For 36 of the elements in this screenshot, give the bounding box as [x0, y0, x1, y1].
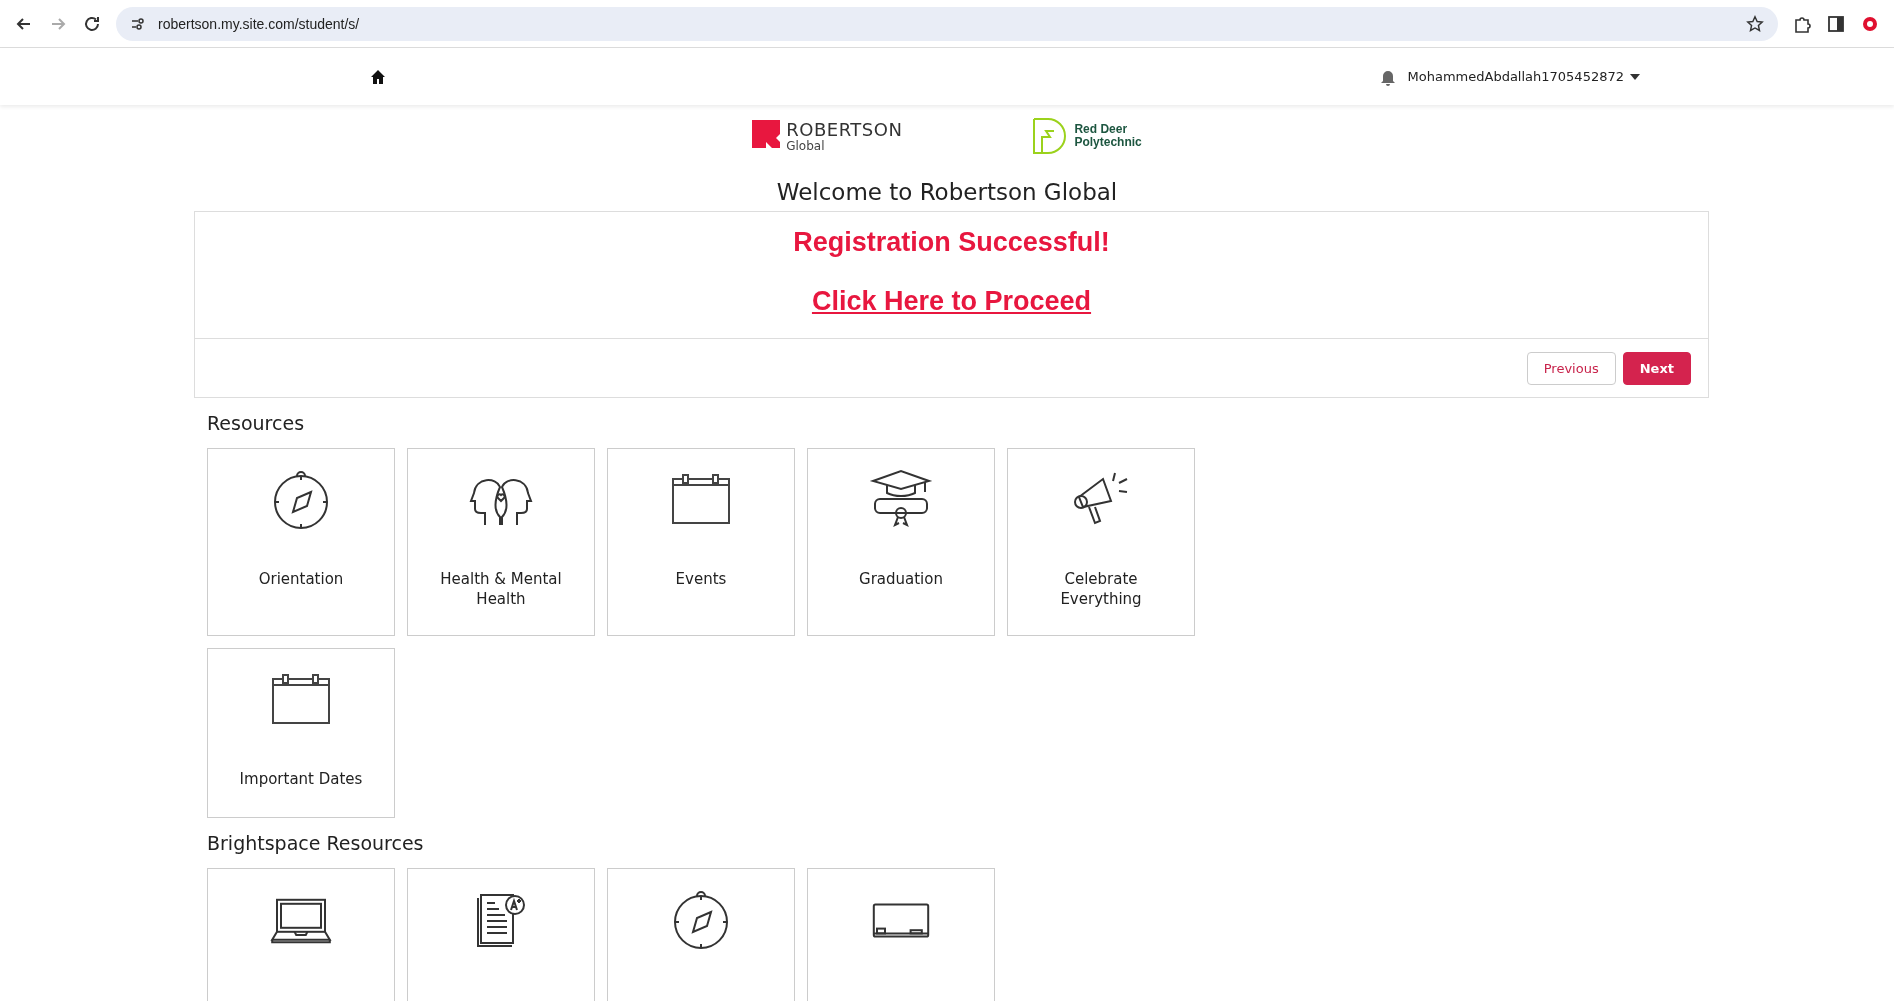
- resource-tile[interactable]: Important Dates: [207, 648, 395, 818]
- section-heading: Resources: [207, 412, 306, 434]
- partner-name-second-line: Polytechnic: [1074, 136, 1142, 149]
- resource-tile[interactable]: [607, 868, 795, 1001]
- site-settings-icon[interactable]: [130, 15, 146, 32]
- resource-tile[interactable]: Orientation: [207, 448, 395, 636]
- logo-text: ROBERTSON: [786, 119, 903, 139]
- resource-tile[interactable]: Graduation: [807, 448, 995, 636]
- robertson-mark-icon: [752, 119, 781, 148]
- side-panel-icon[interactable]: [1826, 13, 1846, 34]
- resource-tile[interactable]: Events: [607, 448, 795, 636]
- page-title: Welcome to Robertson Global: [775, 179, 1119, 205]
- partner-name: Red Deer: [1074, 123, 1129, 136]
- success-heading: Registration Successful!: [793, 227, 1110, 258]
- previous-button[interactable]: Previous: [1526, 351, 1616, 385]
- partner-logo-icon: [1032, 117, 1069, 155]
- address-bar[interactable]: robertson.my.site.com/student/s/: [116, 6, 1778, 41]
- tile-label: Celebrate Everything: [1059, 569, 1143, 609]
- user-menu[interactable]: MohammedAbdallah1705452872: [1407, 69, 1640, 84]
- tile-label: Graduation: [858, 569, 944, 589]
- resource-tile[interactable]: Celebrate Everything: [1007, 448, 1195, 636]
- star-icon[interactable]: [1746, 14, 1764, 33]
- tile-label: Events: [674, 569, 728, 589]
- tile-label: Orientation: [257, 569, 345, 589]
- logo-subtext: Global: [786, 138, 826, 153]
- resource-tile[interactable]: [407, 868, 595, 1001]
- resource-tile[interactable]: [207, 868, 395, 1001]
- resource-tile[interactable]: Health & Mental Health: [407, 448, 595, 636]
- url-text: robertson.my.site.com/student/s/: [158, 15, 361, 32]
- next-button[interactable]: Next: [1622, 351, 1691, 385]
- section-heading: Brightspace Resources: [207, 832, 425, 854]
- resource-tile[interactable]: [807, 868, 995, 1001]
- caret-icon: [1630, 73, 1640, 80]
- proceed-link[interactable]: Click Here to Proceed: [811, 286, 1092, 317]
- tile-label: Important Dates: [238, 769, 364, 789]
- tile-label: Health & Mental Health: [439, 569, 563, 609]
